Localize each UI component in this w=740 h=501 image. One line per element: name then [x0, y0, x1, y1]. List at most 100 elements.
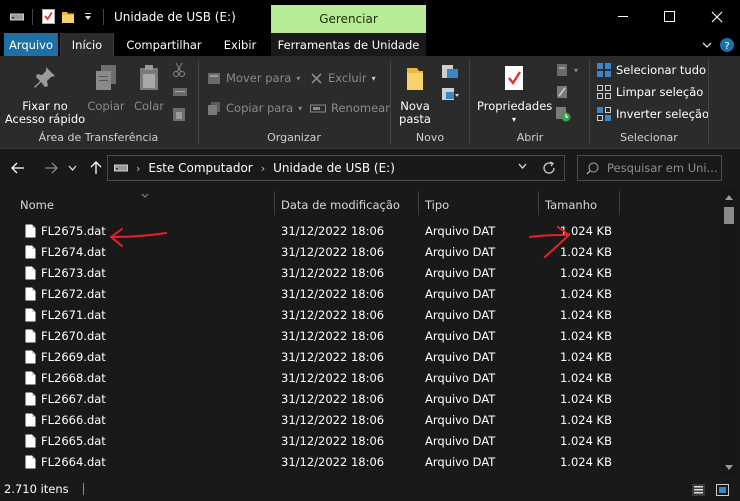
- new-folder-button[interactable]: Nova pasta: [396, 64, 434, 126]
- rename-icon: [310, 104, 326, 113]
- tab-drive-tools[interactable]: Ferramentas de Unidade: [271, 33, 426, 56]
- file-row[interactable]: FL2669.dat 31/12/2022 18:06 Arquivo DAT 1.0…: [0, 347, 720, 368]
- move-to-icon: [208, 73, 220, 84]
- paste-button[interactable]: Colar: [130, 64, 168, 113]
- select-all-button[interactable]: Selecionar tudo: [597, 60, 706, 80]
- paste-shortcut-button[interactable]: [172, 104, 186, 124]
- file-date-modified: 31/12/2022 18:06: [281, 371, 385, 385]
- scroll-up-button[interactable]: [720, 189, 738, 206]
- history-button[interactable]: [555, 104, 571, 124]
- copy-button[interactable]: Copiar: [87, 64, 125, 113]
- tab-file[interactable]: Arquivo: [4, 33, 58, 56]
- address-bar[interactable]: › Este Computador › Unidade de USB (E:): [107, 155, 565, 181]
- column-divider[interactable]: [619, 191, 620, 215]
- address-history-dropdown[interactable]: [518, 163, 527, 169]
- breadcrumb-this-pc[interactable]: Este Computador: [148, 161, 252, 175]
- refresh-button[interactable]: [542, 161, 556, 175]
- large-icons-view-button[interactable]: [713, 481, 731, 498]
- new-folder-icon[interactable]: [59, 8, 77, 26]
- details-view-button[interactable]: [689, 481, 707, 498]
- easy-access-button[interactable]: [440, 84, 460, 104]
- maximize-icon: [663, 11, 675, 22]
- file-date-modified: 31/12/2022 18:06: [281, 455, 385, 469]
- move-to-button[interactable]: Mover para ▾: [207, 68, 300, 88]
- search-box[interactable]: [577, 155, 722, 181]
- properties-icon[interactable]: [39, 8, 57, 26]
- file-icon: [25, 350, 36, 364]
- paste-shortcut-icon: [173, 108, 185, 121]
- file-icon: [25, 308, 36, 322]
- tab-share[interactable]: Compartilhar: [118, 33, 210, 56]
- delete-label: Excluir: [328, 71, 367, 85]
- edit-button[interactable]: [555, 82, 569, 102]
- select-none-button[interactable]: Limpar seleção: [597, 82, 703, 102]
- back-button[interactable]: [8, 158, 28, 178]
- column-header-name[interactable]: Nome: [20, 191, 54, 218]
- properties-button[interactable]: Propriedades ▾: [477, 64, 552, 126]
- column-header-type[interactable]: Tipo: [425, 191, 449, 218]
- column-divider[interactable]: [274, 191, 275, 215]
- forward-button[interactable]: [41, 158, 61, 178]
- file-row[interactable]: FL2668.dat 31/12/2022 18:06 Arquivo DAT 1.0…: [0, 368, 720, 389]
- file-row[interactable]: FL2670.dat 31/12/2022 18:06 Arquivo DAT 1.0…: [0, 326, 720, 347]
- expand-ribbon-button[interactable]: [698, 36, 716, 54]
- dropdown-arrow-icon: ▾: [574, 65, 579, 75]
- file-icon: [25, 266, 36, 280]
- delete-button[interactable]: Excluir ▾: [310, 68, 376, 88]
- maximize-button[interactable]: [646, 0, 692, 33]
- new-item-icon: [442, 65, 458, 78]
- arrow-right-icon: [45, 162, 58, 174]
- file-date-modified: 31/12/2022 18:06: [281, 413, 385, 427]
- scroll-thumb[interactable]: [724, 207, 734, 224]
- status-bar: 2.710 itens: [0, 477, 740, 501]
- file-row[interactable]: FL2671.dat 31/12/2022 18:06 Arquivo DAT 1.0…: [0, 305, 720, 326]
- invert-selection-button[interactable]: Inverter seleção: [597, 104, 709, 124]
- breadcrumb-usb-drive[interactable]: Unidade de USB (E:): [273, 161, 395, 175]
- file-icon: [25, 224, 36, 238]
- file-type: Arquivo DAT: [425, 329, 496, 343]
- file-size: 1.024 KB: [559, 434, 612, 448]
- file-type: Arquivo DAT: [425, 308, 496, 322]
- new-item-button[interactable]: [440, 62, 460, 82]
- file-row[interactable]: FL2666.dat 31/12/2022 18:06 Arquivo DAT 1.0…: [0, 410, 720, 431]
- pin-quick-access-button[interactable]: Fixar no Acesso rápido: [4, 64, 86, 126]
- tab-view[interactable]: Exibir: [212, 33, 268, 56]
- file-row[interactable]: FL2674.dat 31/12/2022 18:06 Arquivo DAT 1.0…: [0, 242, 720, 263]
- item-count: 2.710 itens: [4, 482, 69, 496]
- properties-icon: [505, 66, 523, 90]
- file-row[interactable]: FL2667.dat 31/12/2022 18:06 Arquivo DAT 1.0…: [0, 389, 720, 410]
- up-button[interactable]: [86, 158, 106, 178]
- cut-button[interactable]: [172, 60, 186, 80]
- open-button[interactable]: ▾: [555, 60, 578, 80]
- column-header-date[interactable]: Data de modificação: [281, 191, 400, 218]
- tab-home[interactable]: Início: [60, 33, 114, 56]
- file-icon: [25, 329, 36, 343]
- file-size: 1.024 KB: [559, 308, 612, 322]
- copy-path-button[interactable]: [172, 82, 188, 102]
- customize-toolbar-icon[interactable]: [79, 8, 97, 26]
- scroll-down-button[interactable]: [720, 459, 738, 476]
- file-row[interactable]: FL2672.dat 31/12/2022 18:06 Arquivo DAT 1.0…: [0, 284, 720, 305]
- invert-selection-icon: [597, 107, 611, 121]
- help-button[interactable]: ?: [718, 36, 736, 54]
- minimize-button[interactable]: [600, 0, 646, 33]
- file-date-modified: 31/12/2022 18:06: [281, 245, 385, 259]
- column-divider[interactable]: [418, 191, 419, 215]
- select-none-icon: [597, 85, 611, 99]
- column-divider[interactable]: [538, 191, 539, 215]
- file-row[interactable]: FL2673.dat 31/12/2022 18:06 Arquivo DAT 1.0…: [0, 263, 720, 284]
- vertical-scrollbar[interactable]: [720, 188, 738, 476]
- column-header-size[interactable]: Tamanho: [545, 191, 597, 218]
- copy-to-button[interactable]: Copiar para ▾: [207, 98, 302, 118]
- file-row[interactable]: FL2675.dat 31/12/2022 18:06 Arquivo DAT 1.0…: [0, 221, 720, 242]
- recent-locations-button[interactable]: [65, 158, 79, 178]
- file-row[interactable]: FL2664.dat 31/12/2022 18:06 Arquivo DAT 1.0…: [0, 452, 720, 473]
- delete-icon: [311, 72, 322, 84]
- rename-button[interactable]: Renomear: [310, 98, 390, 118]
- file-row[interactable]: FL2665.dat 31/12/2022 18:06 Arquivo DAT 1.0…: [0, 431, 720, 452]
- search-input[interactable]: [607, 161, 717, 175]
- paste-icon: [140, 65, 158, 90]
- open-group-label: Abrir: [516, 131, 544, 144]
- file-type: Arquivo DAT: [425, 434, 496, 448]
- close-button[interactable]: [694, 0, 740, 33]
